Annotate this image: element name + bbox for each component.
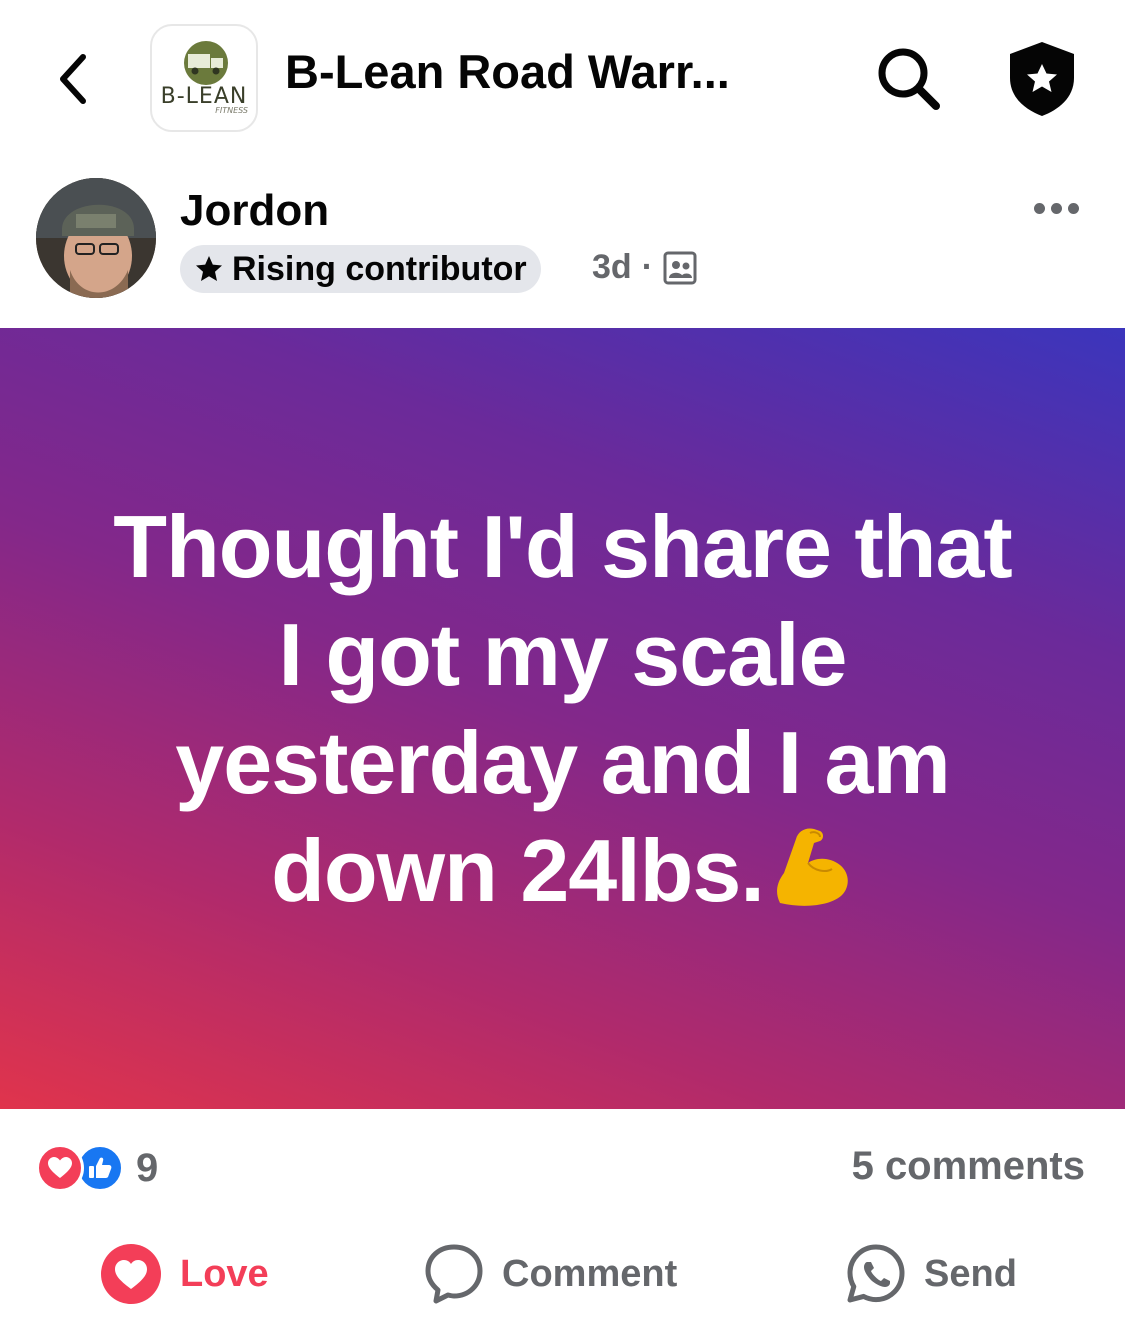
flexed-biceps-icon: [770, 821, 854, 935]
heart-icon: [101, 1244, 161, 1304]
logo-subtext: FITNESS: [215, 106, 248, 115]
post-background: Thought I'd share that I got my scale ye…: [0, 328, 1125, 1109]
admin-shield-button[interactable]: [1002, 38, 1082, 118]
comment-bubble-icon: [425, 1244, 483, 1304]
comments-count[interactable]: 5 comments: [852, 1144, 1085, 1189]
post-message: Thought I'd share that I got my scale ye…: [113, 496, 1012, 920]
author-avatar[interactable]: [36, 178, 156, 298]
send-button[interactable]: Send: [846, 1242, 1017, 1306]
love-reaction-icon: [36, 1144, 84, 1192]
dot-icon: [1050, 202, 1062, 214]
comment-button[interactable]: Comment: [424, 1242, 677, 1306]
star-icon: [196, 256, 222, 281]
group-logo[interactable]: B-LEAN FITNESS: [150, 24, 258, 132]
dot-icon: [1067, 202, 1079, 214]
reaction-count: 9: [136, 1145, 159, 1190]
badge-label: Rising contributor: [232, 249, 527, 288]
search-button[interactable]: [872, 42, 946, 116]
more-options-button[interactable]: [1026, 188, 1086, 228]
meta-separator: ·: [641, 248, 654, 286]
dot-icon: [1033, 202, 1045, 214]
whatsapp-send-icon: [847, 1244, 905, 1303]
group-members-icon: [663, 251, 697, 284]
avatar-photo: [36, 178, 156, 298]
post-author[interactable]: Jordon: [180, 186, 329, 236]
shield-star-icon: [1010, 42, 1074, 116]
send-label: Send: [924, 1252, 1017, 1295]
post-meta: 3d ·: [592, 248, 697, 287]
truck-logo-icon: [184, 41, 228, 85]
search-icon: [878, 48, 940, 110]
reaction-summary[interactable]: 9: [36, 1144, 158, 1192]
chevron-left-icon: [60, 54, 86, 104]
love-button[interactable]: Love: [100, 1242, 269, 1306]
post-time[interactable]: 3d: [592, 248, 632, 287]
comment-label: Comment: [502, 1252, 678, 1295]
group-title[interactable]: B-Lean Road Warr...: [285, 44, 795, 99]
post-text: Thought I'd share that I got my scale ye…: [113, 493, 1012, 935]
contributor-badge[interactable]: Rising contributor: [180, 245, 541, 293]
back-button[interactable]: [48, 48, 98, 110]
love-label: Love: [180, 1252, 269, 1295]
